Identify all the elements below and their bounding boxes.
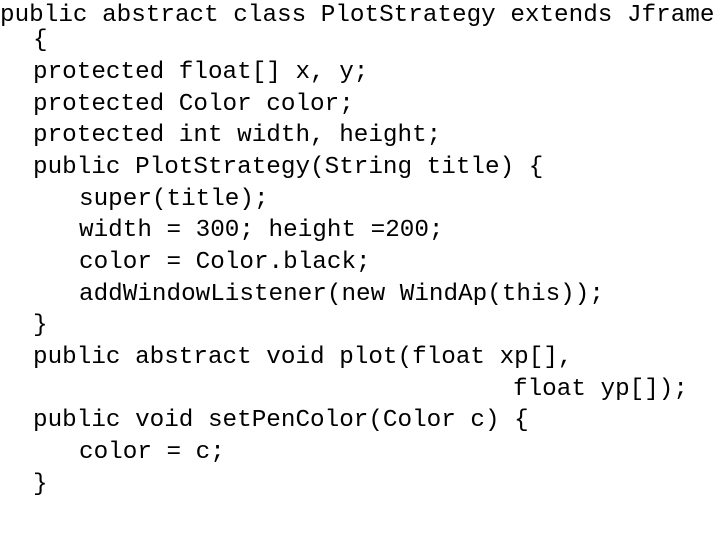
- code-line-plot-method: public abstract void plot(float xp[],: [33, 344, 573, 371]
- code-line-field-color: protected Color color;: [33, 91, 354, 118]
- code-line-constructor: public PlotStrategy(String title) {: [33, 154, 544, 181]
- code-line-color-assign: color = Color.black;: [79, 249, 371, 276]
- code-line-class-declaration: public abstract class PlotStrategy exten…: [0, 2, 715, 29]
- code-line-field-xy: protected float[] x, y;: [33, 59, 369, 86]
- code-line-set-pen-color: public void setPenColor(Color c) {: [33, 407, 529, 434]
- code-line-close-brace: }: [33, 312, 48, 339]
- code-line-open-brace: {: [33, 27, 48, 54]
- code-line-size-assign: width = 300; height =200;: [79, 217, 444, 244]
- code-line-plot-param: float yp[]);: [513, 376, 688, 403]
- code-line-window-listener: addWindowListener(new WindAp(this));: [79, 281, 604, 308]
- code-line-super-call: super(title);: [79, 186, 269, 213]
- code-listing: public abstract class PlotStrategy exten…: [0, 0, 720, 498]
- code-line-close-brace-final: }: [33, 471, 48, 498]
- code-line-field-size: protected int width, height;: [33, 122, 442, 149]
- code-line-color-param-assign: color = c;: [79, 439, 225, 466]
